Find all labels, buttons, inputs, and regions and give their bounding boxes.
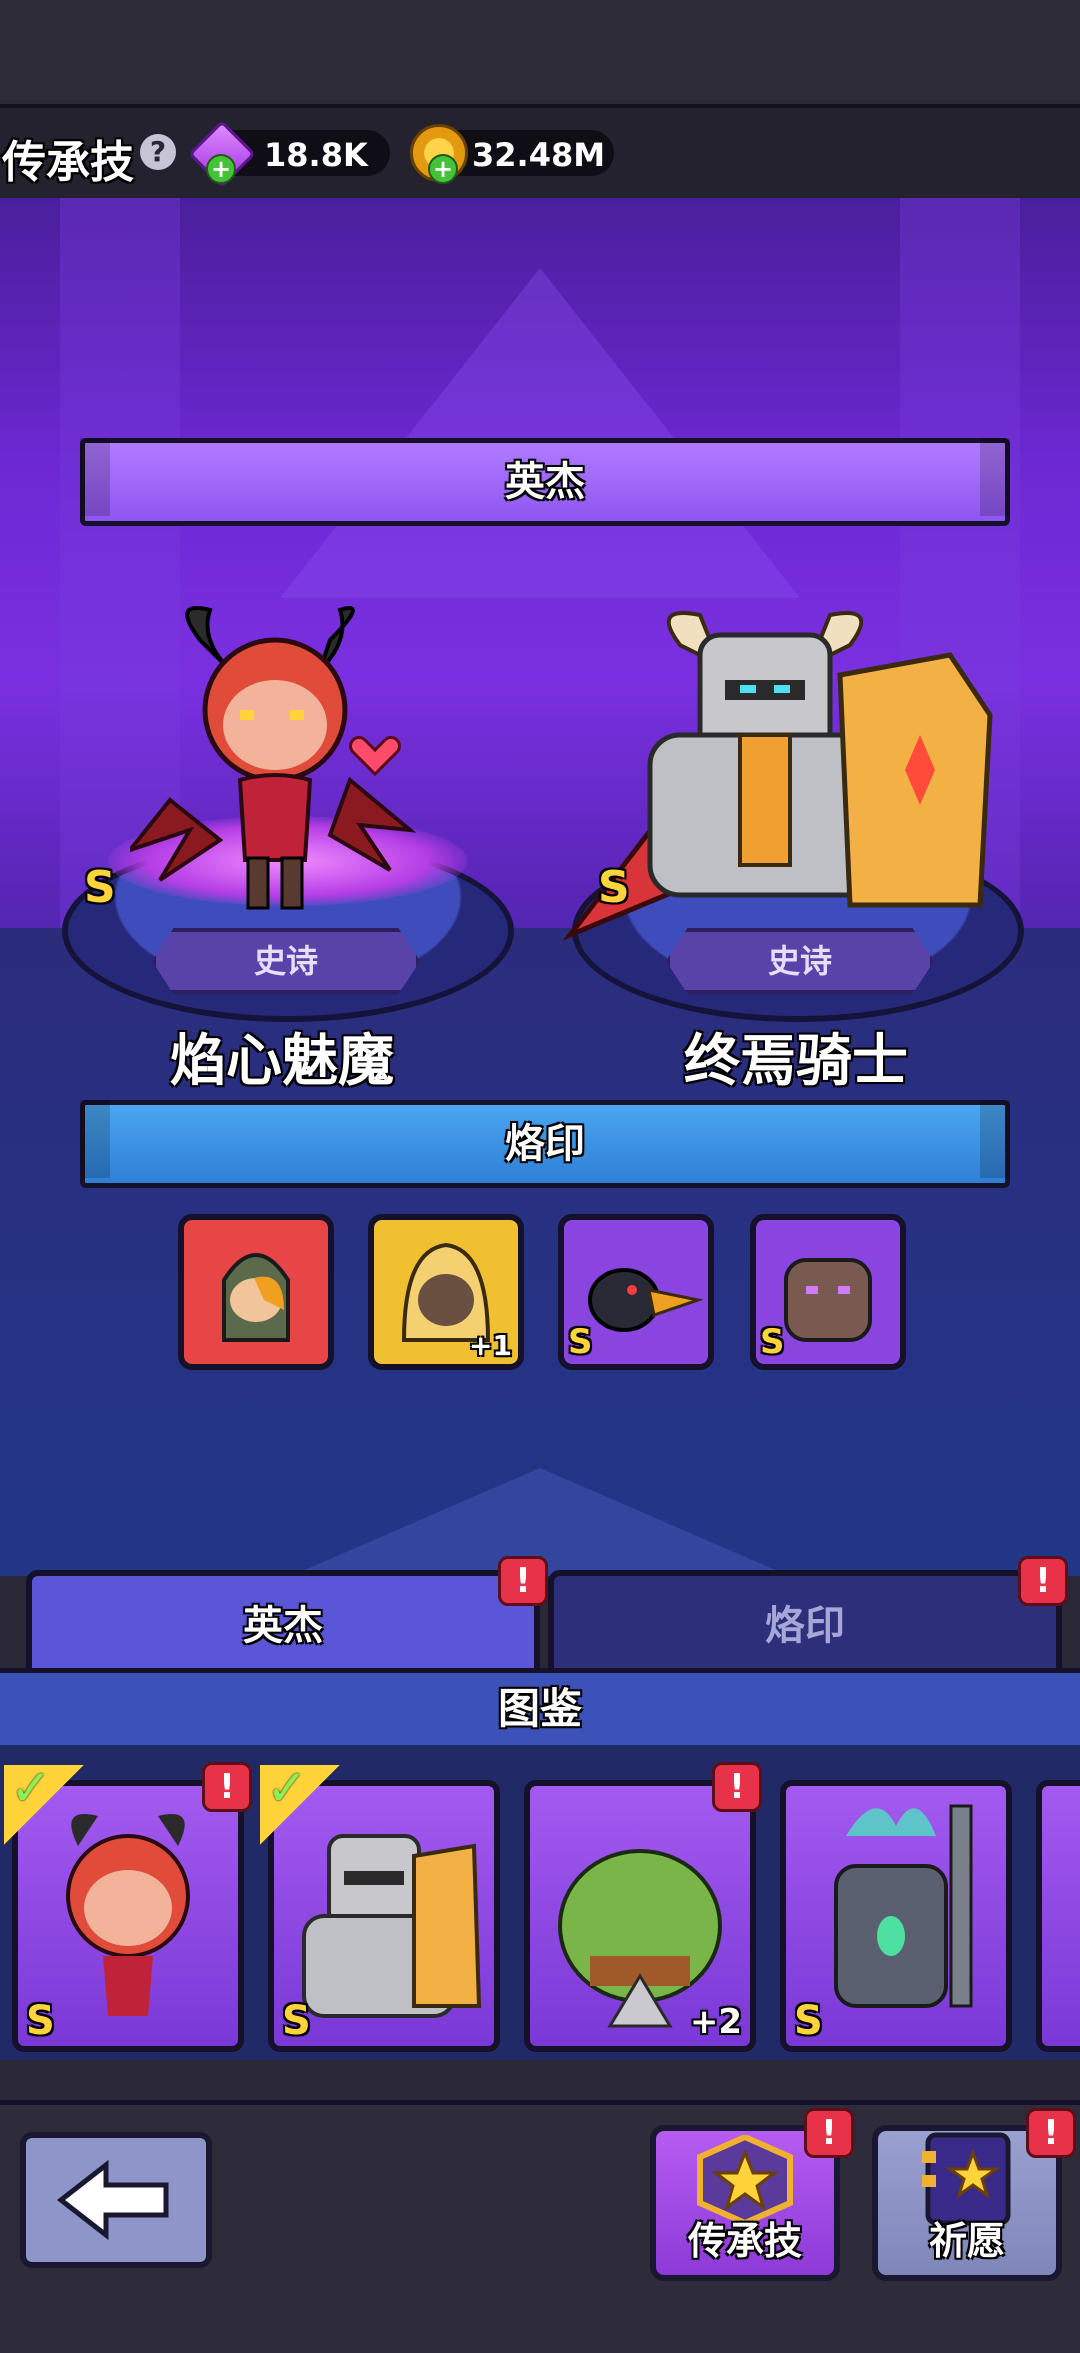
tab-hero[interactable]: 英杰 xyxy=(26,1570,540,1682)
emblem-grade: S xyxy=(760,1322,785,1362)
collected-check-icon xyxy=(4,1759,84,1845)
hero-name-right: 终焉骑士 xyxy=(684,1029,908,1094)
codex-card-level: +2 xyxy=(689,2002,742,2042)
codex-card-grade: S xyxy=(794,1998,823,2044)
codex-card-alert-icon: ! xyxy=(202,1762,252,1812)
emblem-slot[interactable]: S xyxy=(558,1214,714,1370)
legacy-skill-label: 传承技 xyxy=(687,2219,802,2263)
emblem-slot[interactable] xyxy=(178,1214,334,1370)
hero-rarity-left: 史诗 xyxy=(152,928,420,994)
add-gems-icon[interactable]: + xyxy=(206,154,236,184)
wish-alert-icon: ! xyxy=(1026,2108,1076,2158)
hooded-rogue-icon xyxy=(222,1253,290,1342)
emblem-level: +1 xyxy=(469,1329,512,1362)
codex-card[interactable]: +2 xyxy=(524,1780,756,2052)
back-button[interactable] xyxy=(20,2132,212,2268)
emblem-slot[interactable]: +1 xyxy=(368,1214,524,1370)
hero-grade-right: S xyxy=(598,862,630,913)
codex-card-partial[interactable] xyxy=(1036,1780,1080,2052)
coin-amount: 32.48M xyxy=(472,136,606,174)
tab-emblem-alert-icon: ! xyxy=(1018,1556,1068,1606)
system-status-bar xyxy=(0,0,1080,100)
tab-hero-alert-icon: ! xyxy=(498,1556,548,1606)
emblem-slot[interactable]: S xyxy=(750,1214,906,1370)
codex-card-alert-icon: ! xyxy=(712,1762,762,1812)
gem-amount: 18.8K xyxy=(264,136,368,174)
codex-header: 图鉴 xyxy=(0,1668,1080,1750)
emblem-grade: S xyxy=(568,1322,593,1362)
collected-check-icon xyxy=(260,1759,340,1845)
succubus-hero-art[interactable] xyxy=(130,600,420,920)
hero-rarity-right: 史诗 xyxy=(666,928,934,994)
codex-card-grade: S xyxy=(26,1998,55,2044)
hero-section-banner: 英杰 xyxy=(80,438,1010,526)
page-title: 传承技 xyxy=(2,137,134,188)
legacy-skill-alert-icon: ! xyxy=(804,2108,854,2158)
codex-card-grade: S xyxy=(282,1998,311,2044)
currency-bar: 传承技 ? 18.8K + 32.48M + xyxy=(0,104,1080,202)
codex-card[interactable]: S xyxy=(780,1780,1012,2052)
back-arrow-icon xyxy=(56,2160,169,2240)
hero-grade-left: S xyxy=(84,862,116,913)
tab-emblem[interactable]: 烙印 xyxy=(548,1570,1062,1682)
emblem-section-banner: 烙印 xyxy=(80,1100,1010,1188)
wish-label: 祈愿 xyxy=(928,2219,1005,2263)
hero-name-left: 焰心魅魔 xyxy=(170,1029,394,1094)
help-icon[interactable]: ? xyxy=(140,134,176,170)
stage-roof xyxy=(280,268,800,598)
add-coins-icon[interactable]: + xyxy=(428,154,458,184)
